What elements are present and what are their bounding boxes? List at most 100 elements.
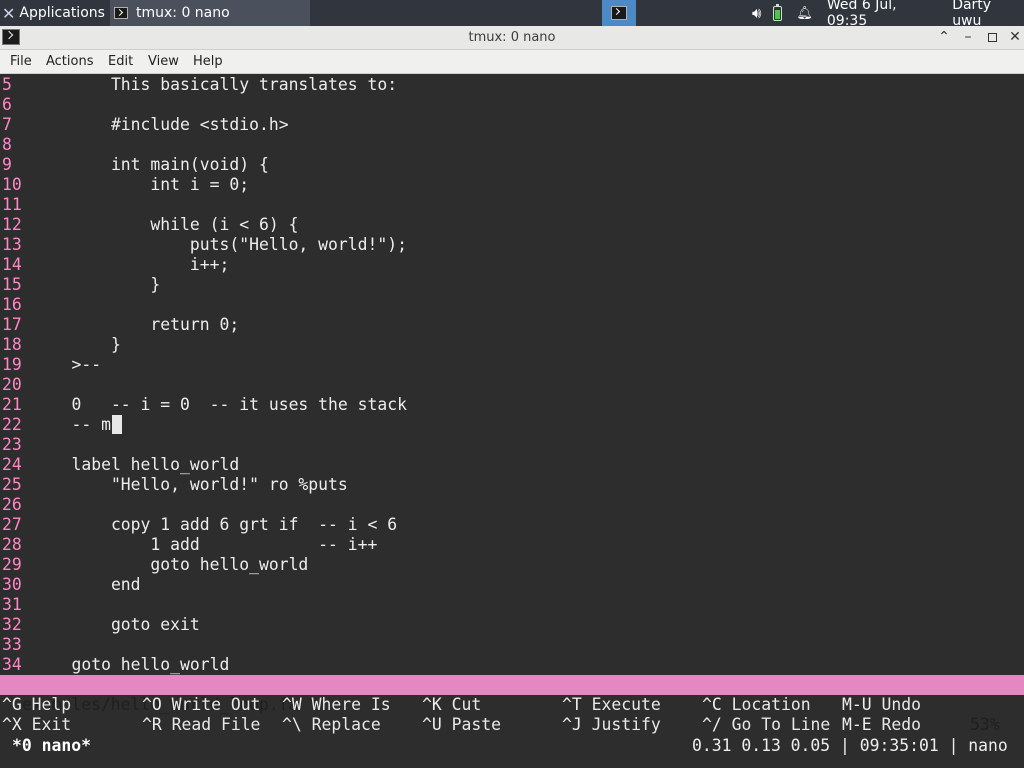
line-text[interactable]: #include <stdio.h>	[32, 115, 289, 135]
editor-line[interactable]: 30 end	[2, 575, 141, 595]
line-text[interactable]: 0 -- i = 0 -- it uses the stack	[32, 395, 407, 415]
workspace-switcher-button[interactable]	[602, 0, 636, 26]
editor-line[interactable]: 16	[2, 295, 32, 315]
line-number: 23	[2, 435, 22, 454]
notification-bell-icon[interactable]: 🔔︎	[796, 6, 813, 21]
editor-line[interactable]: 8	[2, 135, 32, 155]
shortcut-cut: ^K Cut	[422, 695, 481, 715]
editor-line[interactable]: 31	[2, 595, 32, 615]
line-text[interactable]: This basically translates to:	[32, 75, 397, 95]
line-number: 5	[2, 75, 12, 94]
line-number: 24	[2, 455, 22, 474]
shortcut-key: M-E	[842, 715, 872, 734]
editor-line[interactable]: 7 #include <stdio.h>	[2, 115, 289, 135]
editor-line[interactable]: 25 "Hello, world!" ro %puts	[2, 475, 348, 495]
tmux-window-label[interactable]: *0 nano*	[12, 735, 91, 757]
text-cursor	[112, 415, 122, 434]
window-titlebar[interactable]: tmux: 0 nano ⌃ – ✕	[0, 26, 1024, 50]
line-text[interactable]: while (i < 6) {	[32, 215, 298, 235]
volume-icon[interactable]: 🔊︎	[752, 4, 761, 22]
nano-status-bar: examples/hello_world_loop.fa * 53%	[0, 675, 1024, 734]
editor-line[interactable]: 5 This basically translates to:	[2, 75, 397, 95]
line-number: 18	[2, 335, 22, 354]
editor-line[interactable]: 6	[2, 95, 32, 115]
editor-line[interactable]: 21 0 -- i = 0 -- it uses the stack	[2, 395, 407, 415]
line-text[interactable]: "Hello, world!" ro %puts	[32, 475, 348, 495]
clock[interactable]: Wed 6 Jul, 09:35	[827, 0, 940, 29]
menu-file[interactable]: File	[10, 54, 32, 69]
shortcut-key: ^U	[422, 715, 442, 734]
shortcut-label: Redo	[871, 715, 921, 734]
applications-menu-button[interactable]: ✕ Applications ⋮	[2, 0, 118, 26]
editor-line[interactable]: 32 goto exit	[2, 615, 200, 635]
editor-line[interactable]: 34 goto hello_world	[2, 655, 229, 675]
editor-line[interactable]: 12 while (i < 6) {	[2, 215, 298, 235]
terminal-area[interactable]: 5 This basically translates to: 6 7 #inclu…	[0, 75, 1024, 768]
editor-line[interactable]: 29 goto hello_world	[2, 555, 308, 575]
editor-line[interactable]: 19 >--	[2, 355, 101, 375]
line-number: 28	[2, 535, 22, 554]
line-number: 6	[2, 95, 12, 114]
line-text[interactable]: return 0;	[32, 315, 239, 335]
line-text[interactable]: puts("Hello, world!");	[32, 235, 407, 255]
line-number: 19	[2, 355, 22, 374]
editor-line[interactable]: 17 return 0;	[2, 315, 239, 335]
editor-line[interactable]: 22 -- m	[2, 415, 111, 435]
editor-line[interactable]: 20	[2, 375, 32, 395]
editor-line[interactable]: 13 puts("Hello, world!");	[2, 235, 407, 255]
line-number: 9	[2, 155, 12, 174]
shortcut-paste: ^U Paste	[422, 715, 501, 735]
line-number: 12	[2, 215, 22, 234]
line-text[interactable]: >--	[32, 355, 101, 375]
line-text[interactable]: goto exit	[32, 615, 200, 635]
user-menu[interactable]: Darty uwu	[952, 0, 1024, 29]
line-text[interactable]: -- m	[32, 415, 110, 435]
shortcut-replace: ^\ Replace	[282, 715, 381, 735]
line-text[interactable]: label hello_world	[32, 455, 239, 475]
editor-line[interactable]: 24 label hello_world	[2, 455, 239, 475]
shortcut-label: Go To Line	[721, 715, 831, 734]
line-number: 20	[2, 375, 22, 394]
editor-line[interactable]: 11	[2, 195, 32, 215]
shortcut-execute: ^T Execute	[562, 695, 661, 715]
line-text[interactable]: }	[32, 335, 121, 355]
editor-line[interactable]: 9 int main(void) {	[2, 155, 269, 175]
line-number: 16	[2, 295, 22, 314]
editor-line[interactable]: 14 i++;	[2, 255, 229, 275]
minimize-button[interactable]: –	[959, 28, 977, 46]
xfce-logo-icon: ✕	[2, 3, 16, 23]
editor-line[interactable]: 26	[2, 495, 32, 515]
editor-line[interactable]: 27 copy 1 add 6 grt if -- i < 6	[2, 515, 397, 535]
taskbar-item-terminal[interactable]: tmux: 0 nano	[110, 0, 310, 26]
editor-line[interactable]: 23	[2, 435, 32, 455]
editor-line[interactable]: 15 }	[2, 275, 160, 295]
close-button[interactable]: ✕	[1006, 28, 1024, 46]
shortcut-key: ^O	[142, 695, 162, 714]
editor-line[interactable]: 10 int i = 0;	[2, 175, 249, 195]
editor-line[interactable]: 33	[2, 635, 32, 655]
editor-line[interactable]: 28 1 add -- i++	[2, 535, 377, 555]
line-text[interactable]: int main(void) {	[32, 155, 269, 175]
shortcut-key: ^K	[422, 695, 442, 714]
battery-icon[interactable]	[773, 3, 783, 21]
line-text[interactable]: }	[32, 275, 160, 295]
shortcut-go-to-line: ^/ Go To Line	[702, 715, 830, 735]
shortcut-help: ^G Help	[2, 695, 71, 715]
menu-bar: File Actions Edit View Help	[0, 50, 1024, 74]
line-text[interactable]: goto hello_world	[32, 655, 229, 675]
menu-view[interactable]: View	[148, 54, 179, 69]
line-text[interactable]: end	[32, 575, 141, 595]
line-number: 31	[2, 595, 22, 614]
shortcut-label: Where Is	[301, 695, 391, 714]
line-text[interactable]: i++;	[32, 255, 230, 275]
menu-help[interactable]: Help	[193, 54, 223, 69]
line-text[interactable]: goto hello_world	[32, 555, 308, 575]
line-text[interactable]: int i = 0;	[32, 175, 249, 195]
menu-actions[interactable]: Actions	[46, 54, 94, 69]
editor-line[interactable]: 18 }	[2, 335, 121, 355]
maximize-button[interactable]	[983, 28, 1001, 46]
menu-edit[interactable]: Edit	[108, 54, 133, 69]
shade-button[interactable]: ⌃	[935, 28, 953, 46]
line-text[interactable]: copy 1 add 6 grt if -- i < 6	[32, 515, 397, 535]
line-text[interactable]: 1 add -- i++	[32, 535, 377, 555]
